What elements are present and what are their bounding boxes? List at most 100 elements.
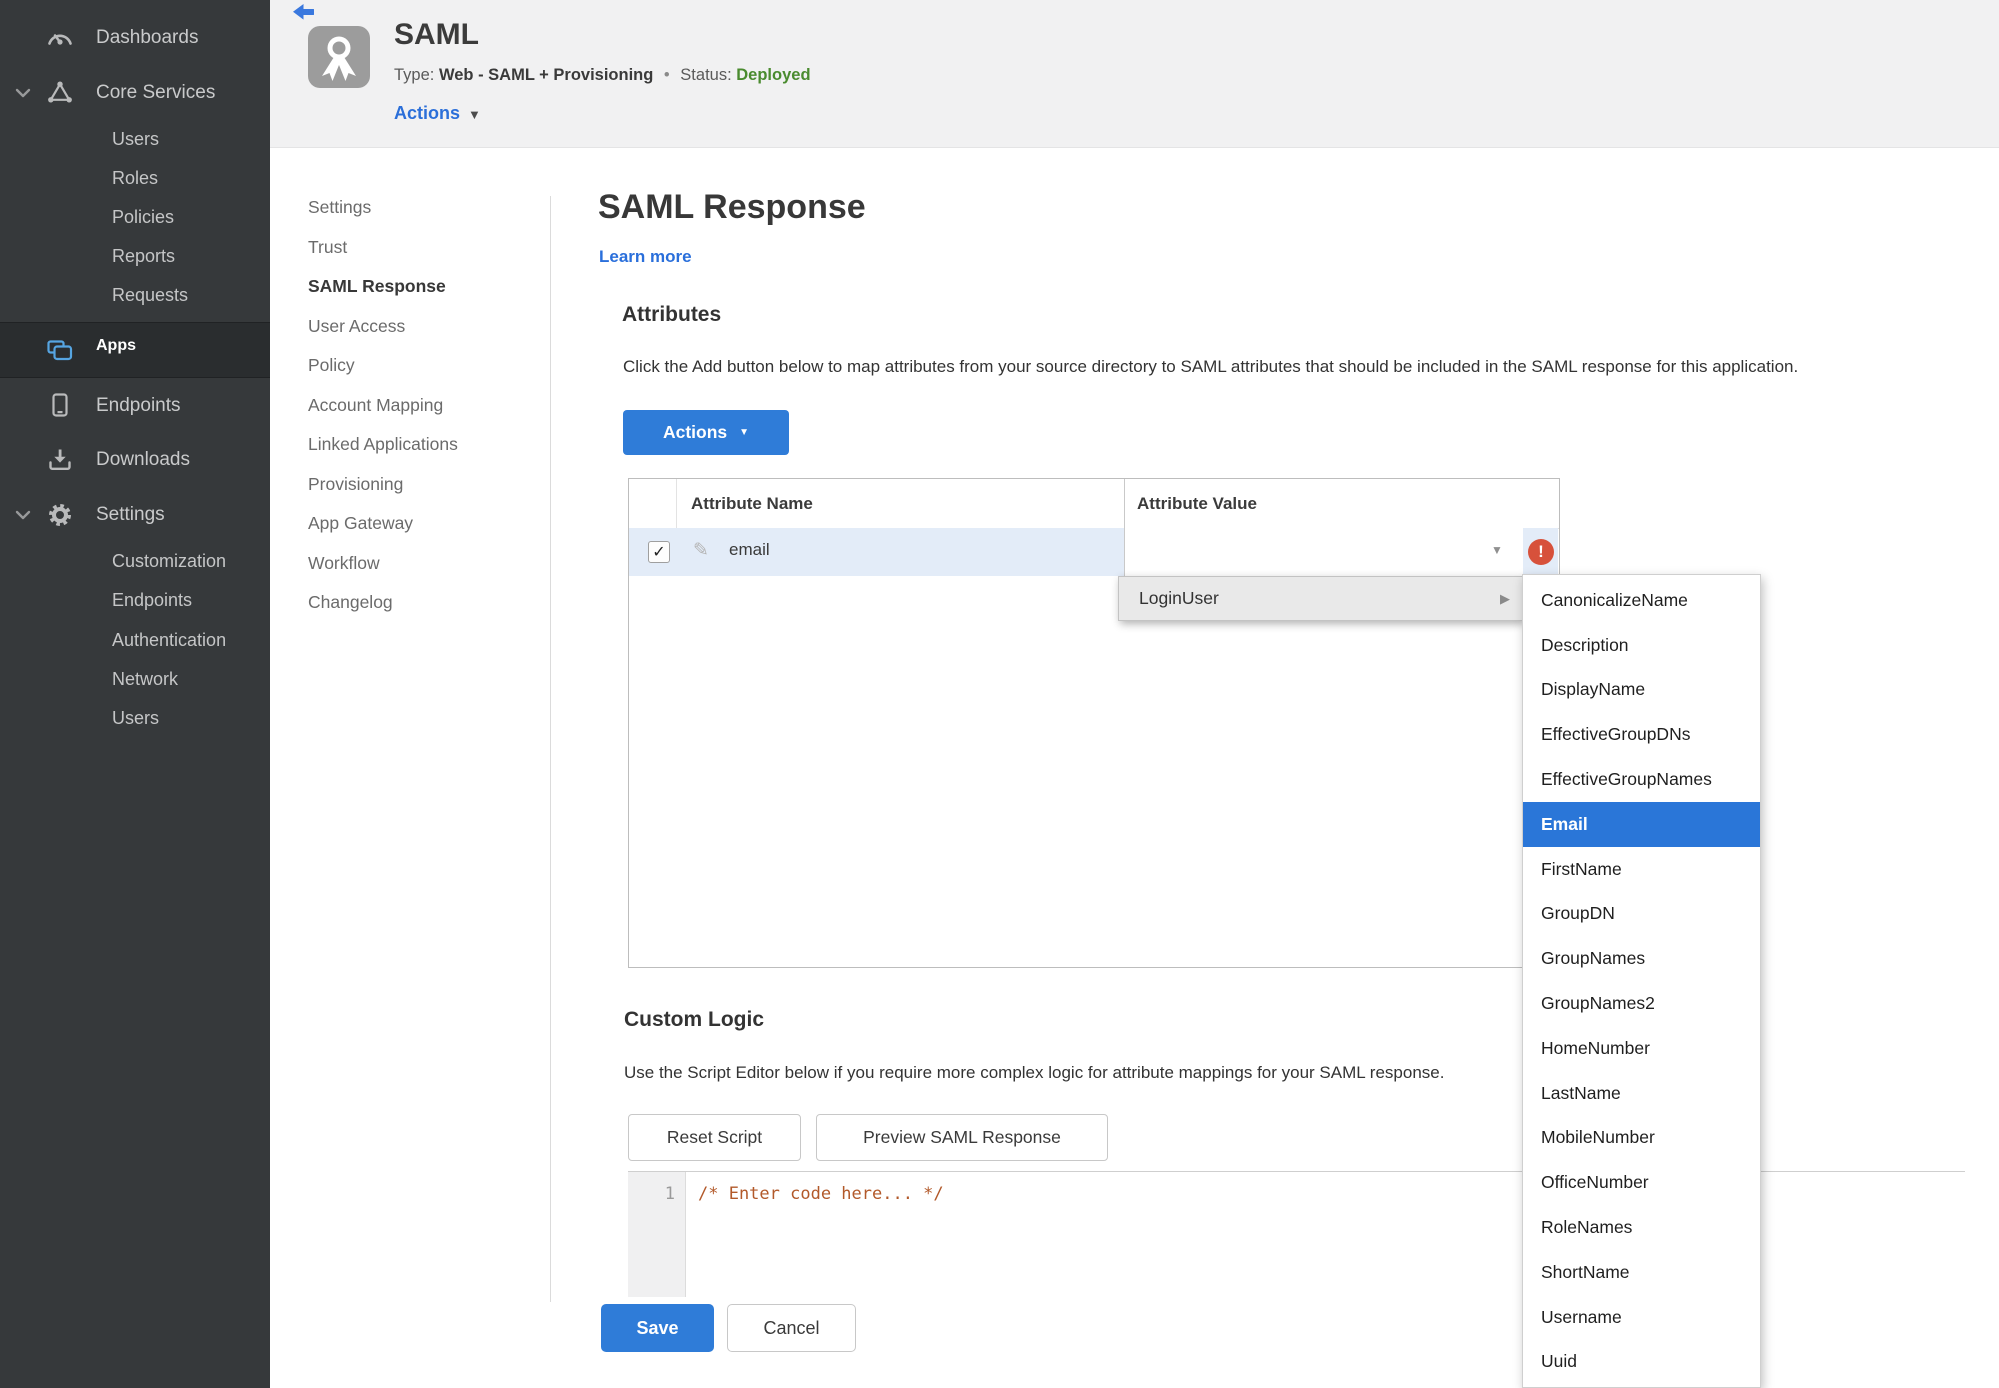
preview-saml-response-button[interactable]: Preview SAML Response [816, 1114, 1108, 1161]
submenu-item-groupdn[interactable]: GroupDN [1523, 892, 1760, 937]
submenu-item-officenumber[interactable]: OfficeNumber [1523, 1160, 1760, 1205]
column-header-attribute-value: Attribute Value [1137, 494, 1257, 513]
submenu-item-displayname[interactable]: DisplayName [1523, 668, 1760, 713]
subnav-item-linked-applications[interactable]: Linked Applications [308, 425, 458, 465]
sidebar-item-label: Downloads [96, 449, 190, 470]
app-subnav: Settings Trust SAML Response User Access… [308, 188, 458, 623]
submenu-item-uuid[interactable]: Uuid [1523, 1340, 1760, 1385]
subnav-item-trust[interactable]: Trust [308, 228, 458, 268]
sidebar-item-requests[interactable]: Requests [112, 282, 188, 308]
attributes-description: Click the Add button below to map attrib… [623, 357, 1799, 376]
sidebar-subitem-label: Roles [112, 167, 159, 188]
sidebar-item-dashboards[interactable]: Dashboards [0, 24, 270, 52]
core-services-icon [46, 79, 74, 107]
reset-script-button[interactable]: Reset Script [628, 1114, 801, 1161]
checkmark-icon: ✓ [652, 544, 666, 561]
download-icon [46, 446, 74, 474]
attributes-actions-button[interactable]: Actions ▼ [623, 410, 789, 455]
attribute-value-cell[interactable] [1125, 528, 1523, 576]
dashboard-gauge-icon [46, 24, 74, 52]
submenu-item-mobilenumber[interactable]: MobileNumber [1523, 1116, 1760, 1161]
submenu-item-groupnames[interactable]: GroupNames [1523, 936, 1760, 981]
sidebar-item-label: Settings [96, 504, 165, 525]
custom-logic-description: Use the Script Editor below if you requi… [624, 1063, 1445, 1082]
sidebar-item-apps[interactable]: Apps [0, 322, 270, 378]
table-row[interactable]: ✓ ✎ email ▼ ! [629, 528, 1559, 576]
subnav-item-saml-response[interactable]: SAML Response [308, 267, 458, 307]
sidebar-item-roles[interactable]: Roles [112, 165, 158, 191]
subnav-item-provisioning[interactable]: Provisioning [308, 465, 458, 505]
app-logo [308, 26, 370, 88]
submenu-item-lastname[interactable]: LastName [1523, 1071, 1760, 1116]
header-actions-label: Actions [394, 103, 461, 123]
app-meta: Type: Web - SAML + Provisioning • Status… [394, 66, 811, 85]
type-label: Type: [394, 66, 435, 84]
sidebar: Dashboards Core Services Users Roles Pol… [0, 0, 270, 1388]
submenu-item-groupnames2[interactable]: GroupNames2 [1523, 981, 1760, 1026]
sidebar-item-network[interactable]: Network [112, 666, 178, 692]
sidebar-item-endpoints[interactable]: Endpoints [0, 392, 270, 420]
subnav-item-workflow[interactable]: Workflow [308, 544, 458, 584]
attributes-table: Attribute Name Attribute Value ✓ ✎ email… [628, 478, 1560, 968]
learn-more-link[interactable]: Learn more [599, 247, 692, 267]
sidebar-item-settings[interactable]: Settings [0, 501, 270, 529]
subnav-item-settings[interactable]: Settings [308, 188, 458, 228]
submenu-item-shortname[interactable]: ShortName [1523, 1250, 1760, 1295]
submenu-item-username[interactable]: Username [1523, 1295, 1760, 1340]
submenu-item-effectivegroupdns[interactable]: EffectiveGroupDNs [1523, 712, 1760, 757]
sidebar-subitem-label: Authentication [112, 629, 227, 650]
subnav-item-changelog[interactable]: Changelog [308, 583, 458, 623]
sidebar-item-authentication[interactable]: Authentication [112, 627, 226, 653]
cancel-button[interactable]: Cancel [727, 1304, 856, 1352]
subnav-item-user-access[interactable]: User Access [308, 307, 458, 347]
app-root: Dashboards Core Services Users Roles Pol… [0, 0, 1999, 1388]
submenu-item-email-selected[interactable]: Email [1523, 801, 1760, 847]
save-button[interactable]: Save [601, 1304, 714, 1352]
attributes-heading: Attributes [622, 303, 722, 326]
value-dropdown-caret-icon[interactable]: ▼ [1491, 543, 1503, 557]
sidebar-item-core-services[interactable]: Core Services [0, 79, 270, 107]
submenu-item-canonicalizename[interactable]: CanonicalizeName [1523, 578, 1760, 623]
sidebar-item-reports[interactable]: Reports [112, 243, 175, 269]
header-actions-menu[interactable]: Actions ▼ [394, 103, 481, 124]
sidebar-item-settings-users[interactable]: Users [112, 705, 159, 731]
sidebar-subitem-label: Users [112, 128, 160, 149]
submenu-item-firstname[interactable]: FirstName [1523, 847, 1760, 892]
attribute-name-value: email [729, 540, 770, 559]
editor-code[interactable]: /* Enter code here... */ [698, 1184, 944, 1204]
submenu-item-description[interactable]: Description [1523, 623, 1760, 668]
sidebar-item-downloads[interactable]: Downloads [0, 446, 270, 474]
attribute-value-menu[interactable]: LoginUser ▶ [1118, 576, 1523, 621]
submenu-item-rolenames[interactable]: RoleNames [1523, 1205, 1760, 1250]
submenu-item-effectivegroupnames[interactable]: EffectiveGroupNames [1523, 757, 1760, 802]
row-checkbox[interactable]: ✓ [648, 541, 670, 563]
chevron-down-icon [15, 510, 33, 520]
sidebar-item-users[interactable]: Users [112, 126, 159, 152]
meta-separator: • [663, 66, 670, 84]
submenu-item-homenumber[interactable]: HomeNumber [1523, 1026, 1760, 1071]
editor-line-number: 1 [664, 1184, 675, 1204]
page-title: SAML Response [598, 188, 866, 226]
sidebar-item-settings-endpoints[interactable]: Endpoints [112, 587, 192, 613]
subnav-item-app-gateway[interactable]: App Gateway [308, 504, 458, 544]
column-header-attribute-name: Attribute Name [691, 494, 813, 513]
editor-gutter: 1 [628, 1172, 686, 1297]
error-icon[interactable]: ! [1528, 539, 1554, 565]
sidebar-subitem-label: Requests [112, 284, 189, 305]
sidebar-item-policies[interactable]: Policies [112, 204, 174, 230]
subnav-item-policy[interactable]: Policy [308, 346, 458, 386]
gear-icon [46, 501, 74, 529]
back-arrow-icon[interactable] [292, 3, 315, 26]
caret-down-icon: ▼ [468, 107, 481, 122]
attribute-value-submenu: CanonicalizeName Description DisplayName… [1522, 574, 1761, 1388]
subnav-item-account-mapping[interactable]: Account Mapping [308, 386, 458, 426]
script-editor[interactable]: 1 /* Enter code here... */ [628, 1171, 1965, 1297]
type-value: Web - SAML + Provisioning [438, 66, 654, 84]
app-header: SAML Type: Web - SAML + Provisioning • S… [270, 0, 1999, 148]
status-badge: Deployed [736, 66, 811, 84]
sidebar-item-customization[interactable]: Customization [112, 548, 226, 574]
custom-logic-heading: Custom Logic [624, 1008, 764, 1031]
table-header: Attribute Name Attribute Value [629, 479, 1559, 529]
menu-item-loginuser: LoginUser [1139, 588, 1219, 608]
sidebar-item-label: Core Services [96, 82, 216, 103]
